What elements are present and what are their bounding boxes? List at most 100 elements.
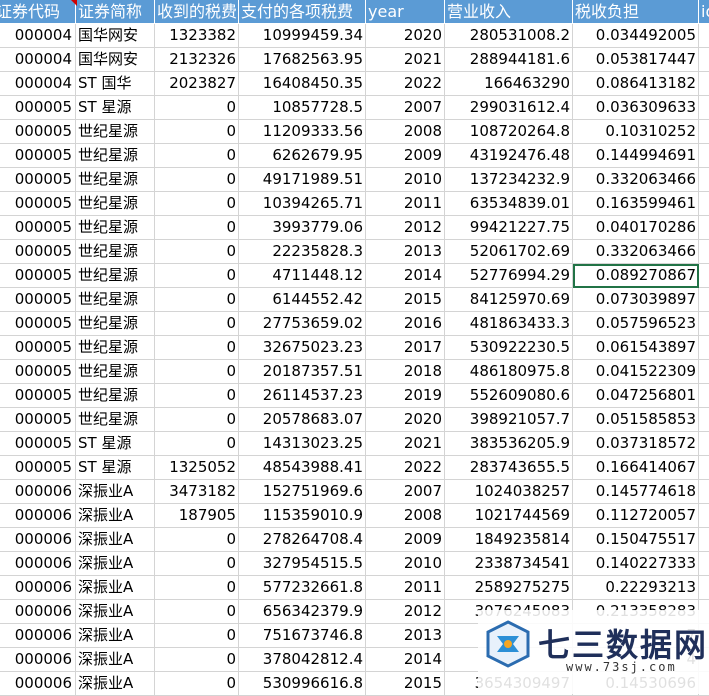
taxes-paid-cell[interactable]: 20187357.51 — [239, 360, 366, 384]
tax-burden-cell[interactable]: 0.053817447 — [573, 48, 699, 72]
id-cell[interactable] — [699, 528, 709, 552]
taxes-received-cell[interactable]: 0 — [155, 384, 239, 408]
year-cell[interactable]: 2008 — [366, 120, 445, 144]
taxes-received-cell[interactable]: 0 — [155, 240, 239, 264]
stock-name-cell[interactable]: 世纪星源 — [76, 312, 155, 336]
stock-name-cell[interactable]: 世纪星源 — [76, 240, 155, 264]
taxes-paid-cell[interactable]: 48543988.41 — [239, 456, 366, 480]
taxes-received-cell[interactable]: 1323382 — [155, 24, 239, 48]
stock-name-cell[interactable]: ST 星源 — [76, 96, 155, 120]
tax-burden-cell[interactable]: 0.034492005 — [573, 24, 699, 48]
taxes-paid-cell[interactable]: 32675023.23 — [239, 336, 366, 360]
stock-name-cell[interactable]: 世纪星源 — [76, 216, 155, 240]
header-revenue[interactable]: 营业收入 — [445, 0, 573, 24]
id-cell[interactable] — [699, 288, 709, 312]
stock-code-cell[interactable]: 000006 — [0, 600, 76, 624]
year-cell[interactable]: 2013 — [366, 240, 445, 264]
taxes-paid-cell[interactable]: 378042812.4 — [239, 648, 366, 672]
stock-code-cell[interactable]: 000005 — [0, 264, 76, 288]
taxes-received-cell[interactable]: 0 — [155, 408, 239, 432]
taxes-received-cell[interactable]: 0 — [155, 624, 239, 648]
stock-name-cell[interactable]: 国华网安 — [76, 48, 155, 72]
year-cell[interactable]: 2007 — [366, 96, 445, 120]
stock-name-cell[interactable]: 深振业A — [76, 600, 155, 624]
revenue-cell[interactable]: 398921057.7 — [445, 408, 573, 432]
revenue-cell[interactable]: 283743655.5 — [445, 456, 573, 480]
year-cell[interactable]: 2017 — [366, 336, 445, 360]
stock-name-cell[interactable]: 世纪星源 — [76, 384, 155, 408]
tax-burden-cell[interactable]: 0.22293213 — [573, 576, 699, 600]
stock-code-cell[interactable]: 000006 — [0, 648, 76, 672]
taxes-paid-cell[interactable]: 6144552.42 — [239, 288, 366, 312]
revenue-cell[interactable]: 552609080.6 — [445, 384, 573, 408]
stock-code-cell[interactable]: 000005 — [0, 432, 76, 456]
header-tax-burden[interactable]: 税收负担 — [573, 0, 699, 24]
id-cell[interactable] — [699, 576, 709, 600]
stock-name-cell[interactable]: 世纪星源 — [76, 264, 155, 288]
revenue-cell[interactable]: 1849235814 — [445, 528, 573, 552]
tax-burden-cell[interactable]: 0.057596523 — [573, 312, 699, 336]
taxes-received-cell[interactable]: 0 — [155, 600, 239, 624]
stock-name-cell[interactable]: 国华网安 — [76, 24, 155, 48]
stock-name-cell[interactable]: ST 星源 — [76, 456, 155, 480]
id-cell[interactable] — [699, 552, 709, 576]
taxes-paid-cell[interactable]: 4711448.12 — [239, 264, 366, 288]
stock-name-cell[interactable]: 深振业A — [76, 504, 155, 528]
taxes-received-cell[interactable]: 0 — [155, 360, 239, 384]
revenue-cell[interactable]: 1021744569 — [445, 504, 573, 528]
taxes-paid-cell[interactable]: 20578683.07 — [239, 408, 366, 432]
id-cell[interactable] — [699, 312, 709, 336]
year-cell[interactable]: 2012 — [366, 600, 445, 624]
taxes-received-cell[interactable]: 0 — [155, 144, 239, 168]
year-cell[interactable]: 2011 — [366, 192, 445, 216]
taxes-received-cell[interactable]: 0 — [155, 672, 239, 696]
stock-name-cell[interactable]: 世纪星源 — [76, 408, 155, 432]
taxes-paid-cell[interactable]: 115359010.9 — [239, 504, 366, 528]
taxes-paid-cell[interactable]: 14313023.25 — [239, 432, 366, 456]
comment-indicator-icon[interactable] — [71, 0, 77, 6]
tax-burden-cell[interactable]: 0.166414067 — [573, 456, 699, 480]
revenue-cell[interactable]: 99421227.75 — [445, 216, 573, 240]
taxes-received-cell[interactable]: 0 — [155, 312, 239, 336]
stock-name-cell[interactable]: 深振业A — [76, 672, 155, 696]
stock-code-cell[interactable]: 000005 — [0, 384, 76, 408]
id-cell[interactable] — [699, 96, 709, 120]
stock-code-cell[interactable]: 000006 — [0, 528, 76, 552]
year-cell[interactable]: 2014 — [366, 648, 445, 672]
id-cell[interactable] — [699, 120, 709, 144]
header-id[interactable]: id — [699, 0, 709, 24]
stock-name-cell[interactable]: 世纪星源 — [76, 360, 155, 384]
header-stock-code[interactable]: 证券代码 — [0, 0, 76, 24]
year-cell[interactable]: 2015 — [366, 672, 445, 696]
tax-burden-cell[interactable]: 0.332063466 — [573, 168, 699, 192]
taxes-received-cell[interactable]: 0 — [155, 432, 239, 456]
taxes-received-cell[interactable]: 0 — [155, 552, 239, 576]
taxes-received-cell[interactable]: 0 — [155, 192, 239, 216]
taxes-paid-cell[interactable]: 152751969.6 — [239, 480, 366, 504]
stock-name-cell[interactable]: 深振业A — [76, 576, 155, 600]
stock-name-cell[interactable]: 世纪星源 — [76, 336, 155, 360]
stock-code-cell[interactable]: 000005 — [0, 96, 76, 120]
taxes-paid-cell[interactable]: 16408450.35 — [239, 72, 366, 96]
tax-burden-cell[interactable]: 0.047256801 — [573, 384, 699, 408]
stock-code-cell[interactable]: 000005 — [0, 168, 76, 192]
taxes-received-cell[interactable]: 2023827 — [155, 72, 239, 96]
stock-name-cell[interactable]: 深振业A — [76, 528, 155, 552]
id-cell[interactable] — [699, 504, 709, 528]
year-cell[interactable]: 2008 — [366, 504, 445, 528]
stock-code-cell[interactable]: 000005 — [0, 288, 76, 312]
revenue-cell[interactable]: 137234232.9 — [445, 168, 573, 192]
tax-burden-cell[interactable]: 0.089270867 — [573, 264, 699, 288]
taxes-paid-cell[interactable]: 26114537.23 — [239, 384, 366, 408]
stock-code-cell[interactable]: 000005 — [0, 456, 76, 480]
revenue-cell[interactable]: 84125970.69 — [445, 288, 573, 312]
taxes-paid-cell[interactable]: 22235828.3 — [239, 240, 366, 264]
stock-name-cell[interactable]: 深振业A — [76, 624, 155, 648]
header-taxes-received[interactable]: 收到的税费 — [155, 0, 239, 24]
stock-code-cell[interactable]: 000005 — [0, 360, 76, 384]
stock-name-cell[interactable]: 世纪星源 — [76, 288, 155, 312]
taxes-paid-cell[interactable]: 278264708.4 — [239, 528, 366, 552]
year-cell[interactable]: 2012 — [366, 216, 445, 240]
stock-code-cell[interactable]: 000006 — [0, 552, 76, 576]
taxes-paid-cell[interactable]: 327954515.5 — [239, 552, 366, 576]
